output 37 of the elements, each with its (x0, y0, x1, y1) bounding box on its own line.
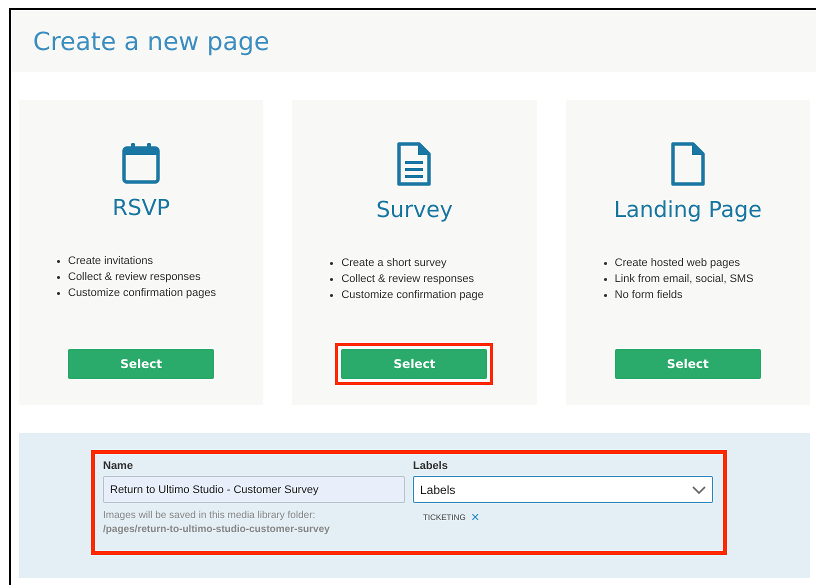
bullet-icon (330, 294, 334, 297)
card-title: RSVP (112, 196, 170, 221)
bullet-icon (330, 262, 334, 265)
feature-text: Collect & review responses (341, 272, 474, 287)
field-label: Labels (413, 460, 449, 472)
calendar-icon (122, 142, 160, 184)
feature-text: No form fields (614, 288, 683, 303)
card-title: Survey (376, 198, 453, 223)
feature-text: Link from email, social, SMS (614, 272, 754, 287)
remove-tag-button[interactable]: ✕ (470, 511, 480, 524)
feature-text: Create a short survey (341, 256, 446, 271)
tag-label: TICKETING (423, 513, 466, 522)
page-icon (670, 142, 706, 186)
hint-text: Images will be saved in this media library folder: (103, 509, 316, 523)
document-icon (396, 142, 432, 186)
bullet-icon (57, 260, 60, 263)
bullet-icon (330, 278, 334, 281)
feature-text: Collect & review responses (68, 270, 201, 285)
name-field[interactable]: Return to Ultimo Studio - Customer Survey (103, 476, 405, 503)
bullet-icon (604, 294, 607, 297)
select-button[interactable]: Select (341, 349, 488, 379)
chevron-icon (692, 486, 706, 494)
select-button[interactable]: Select (614, 349, 761, 379)
labels-dropdown[interactable]: Labels (413, 476, 713, 503)
select-button[interactable]: Select (68, 349, 214, 379)
feature-text: Create hosted web pages (614, 256, 740, 271)
card-title: Landing Page (614, 198, 762, 223)
feature-text: Create invitations (68, 254, 153, 269)
bullet-icon (57, 276, 60, 279)
feature-text: Customize confirmation pages (68, 286, 216, 301)
bullet-icon (604, 278, 607, 281)
bullet-icon (57, 292, 60, 295)
bullet-icon (604, 262, 607, 265)
field-label: Name (103, 460, 134, 472)
page-title: Create a new page (33, 26, 270, 56)
feature-text: Customize confirmation page (341, 288, 484, 303)
folder-path: /pages/return-to-ultimo-studio-customer-survey (103, 523, 331, 537)
